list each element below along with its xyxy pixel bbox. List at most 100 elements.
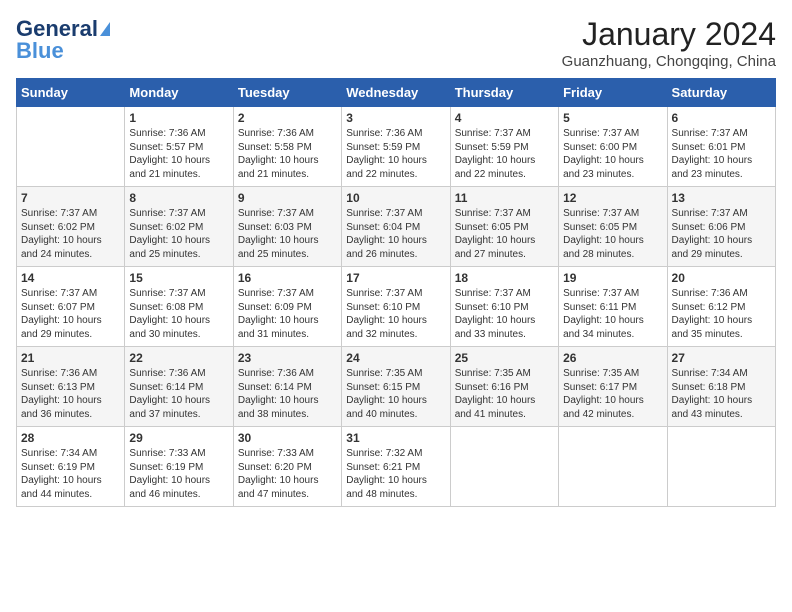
day-number: 7 <box>21 191 120 205</box>
calendar-cell <box>450 427 558 507</box>
cell-content: Sunrise: 7:37 AM Sunset: 6:07 PM Dayligh… <box>21 287 120 341</box>
calendar-cell: 15 Sunrise: 7:37 AM Sunset: 6:08 PM Dayli… <box>125 267 233 347</box>
day-number: 4 <box>455 111 554 125</box>
cell-content: Sunrise: 7:36 AM Sunset: 5:58 PM Dayligh… <box>238 127 337 181</box>
cell-content: Sunrise: 7:34 AM Sunset: 6:19 PM Dayligh… <box>21 447 120 501</box>
cell-content: Sunrise: 7:37 AM Sunset: 6:04 PM Dayligh… <box>346 207 445 261</box>
cell-content: Sunrise: 7:36 AM Sunset: 6:14 PM Dayligh… <box>129 367 228 421</box>
calendar-cell: 19 Sunrise: 7:37 AM Sunset: 6:11 PM Dayli… <box>559 267 667 347</box>
calendar-cell: 13 Sunrise: 7:37 AM Sunset: 6:06 PM Dayli… <box>667 187 775 267</box>
day-number: 10 <box>346 191 445 205</box>
location-subtitle: Guanzhuang, Chongqing, China <box>562 53 776 70</box>
cell-content: Sunrise: 7:34 AM Sunset: 6:18 PM Dayligh… <box>672 367 771 421</box>
calendar-cell: 29Sunrise: 7:33 AM Sunset: 6:19 PM Dayli… <box>125 427 233 507</box>
calendar-cell: 5 Sunrise: 7:37 AM Sunset: 6:00 PM Daylig… <box>559 107 667 187</box>
calendar-cell: 31Sunrise: 7:32 AM Sunset: 6:21 PM Dayli… <box>342 427 450 507</box>
calendar-cell <box>667 427 775 507</box>
logo: General Blue <box>16 16 110 64</box>
calendar-cell: 17 Sunrise: 7:37 AM Sunset: 6:10 PM Dayli… <box>342 267 450 347</box>
calendar-cell: 11Sunrise: 7:37 AM Sunset: 6:05 PM Dayli… <box>450 187 558 267</box>
day-number: 20 <box>672 271 771 285</box>
day-number: 14 <box>21 271 120 285</box>
cell-content: Sunrise: 7:37 AM Sunset: 6:08 PM Dayligh… <box>129 287 228 341</box>
calendar-cell: 18 Sunrise: 7:37 AM Sunset: 6:10 PM Dayli… <box>450 267 558 347</box>
calendar-cell: 10 Sunrise: 7:37 AM Sunset: 6:04 PM Dayli… <box>342 187 450 267</box>
cell-content: Sunrise: 7:37 AM Sunset: 6:02 PM Dayligh… <box>129 207 228 261</box>
cell-content: Sunrise: 7:37 AM Sunset: 6:02 PM Dayligh… <box>21 207 120 261</box>
cell-content: Sunrise: 7:33 AM Sunset: 6:20 PM Dayligh… <box>238 447 337 501</box>
day-number: 21 <box>21 351 120 365</box>
calendar-cell: 14 Sunrise: 7:37 AM Sunset: 6:07 PM Dayli… <box>17 267 125 347</box>
day-number: 3 <box>346 111 445 125</box>
day-number: 15 <box>129 271 228 285</box>
cell-content: Sunrise: 7:36 AM Sunset: 6:14 PM Dayligh… <box>238 367 337 421</box>
cell-content: Sunrise: 7:36 AM Sunset: 6:12 PM Dayligh… <box>672 287 771 341</box>
day-of-week-header: Wednesday <box>342 79 450 107</box>
cell-content: Sunrise: 7:37 AM Sunset: 5:59 PM Dayligh… <box>455 127 554 181</box>
calendar-cell: 12 Sunrise: 7:37 AM Sunset: 6:05 PM Dayli… <box>559 187 667 267</box>
day-number: 22 <box>129 351 228 365</box>
day-number: 18 <box>455 271 554 285</box>
day-number: 17 <box>346 271 445 285</box>
day-number: 11 <box>455 191 554 205</box>
calendar-cell: 9 Sunrise: 7:37 AM Sunset: 6:03 PM Daylig… <box>233 187 341 267</box>
calendar-header: SundayMondayTuesdayWednesdayThursdayFrid… <box>17 79 776 107</box>
calendar-cell: 2 Sunrise: 7:36 AM Sunset: 5:58 PM Daylig… <box>233 107 341 187</box>
cell-content: Sunrise: 7:37 AM Sunset: 6:09 PM Dayligh… <box>238 287 337 341</box>
calendar-cell <box>17 107 125 187</box>
calendar-cell: 16 Sunrise: 7:37 AM Sunset: 6:09 PM Dayli… <box>233 267 341 347</box>
calendar-cell: 3 Sunrise: 7:36 AM Sunset: 5:59 PM Daylig… <box>342 107 450 187</box>
day-number: 16 <box>238 271 337 285</box>
day-number: 26 <box>563 351 662 365</box>
page-header: General Blue January 2024 Guanzhuang, Ch… <box>16 16 776 70</box>
calendar-cell <box>559 427 667 507</box>
day-number: 25 <box>455 351 554 365</box>
calendar-cell: 24 Sunrise: 7:35 AM Sunset: 6:15 PM Dayli… <box>342 347 450 427</box>
month-year-title: January 2024 <box>562 16 776 53</box>
day-number: 29 <box>129 431 228 445</box>
day-number: 9 <box>238 191 337 205</box>
day-number: 28 <box>21 431 120 445</box>
calendar-cell: 22 Sunrise: 7:36 AM Sunset: 6:14 PM Dayli… <box>125 347 233 427</box>
day-of-week-header: Sunday <box>17 79 125 107</box>
calendar-cell: 23 Sunrise: 7:36 AM Sunset: 6:14 PM Dayli… <box>233 347 341 427</box>
day-number: 27 <box>672 351 771 365</box>
day-number: 2 <box>238 111 337 125</box>
cell-content: Sunrise: 7:35 AM Sunset: 6:15 PM Dayligh… <box>346 367 445 421</box>
day-number: 23 <box>238 351 337 365</box>
day-number: 19 <box>563 271 662 285</box>
cell-content: Sunrise: 7:35 AM Sunset: 6:17 PM Dayligh… <box>563 367 662 421</box>
day-of-week-header: Tuesday <box>233 79 341 107</box>
day-of-week-header: Friday <box>559 79 667 107</box>
day-number: 5 <box>563 111 662 125</box>
calendar-body: 1 Sunrise: 7:36 AM Sunset: 5:57 PM Daylig… <box>17 107 776 507</box>
calendar-cell: 20 Sunrise: 7:36 AM Sunset: 6:12 PM Dayli… <box>667 267 775 347</box>
cell-content: Sunrise: 7:37 AM Sunset: 6:06 PM Dayligh… <box>672 207 771 261</box>
calendar-cell: 21 Sunrise: 7:36 AM Sunset: 6:13 PM Dayli… <box>17 347 125 427</box>
calendar-cell: 26 Sunrise: 7:35 AM Sunset: 6:17 PM Dayli… <box>559 347 667 427</box>
calendar-cell: 27 Sunrise: 7:34 AM Sunset: 6:18 PM Dayli… <box>667 347 775 427</box>
day-number: 8 <box>129 191 228 205</box>
calendar-cell: 30Sunrise: 7:33 AM Sunset: 6:20 PM Dayli… <box>233 427 341 507</box>
day-of-week-header: Monday <box>125 79 233 107</box>
cell-content: Sunrise: 7:37 AM Sunset: 6:11 PM Dayligh… <box>563 287 662 341</box>
calendar-cell: 4 Sunrise: 7:37 AM Sunset: 5:59 PM Daylig… <box>450 107 558 187</box>
day-number: 24 <box>346 351 445 365</box>
cell-content: Sunrise: 7:36 AM Sunset: 6:13 PM Dayligh… <box>21 367 120 421</box>
cell-content: Sunrise: 7:36 AM Sunset: 5:57 PM Dayligh… <box>129 127 228 181</box>
cell-content: Sunrise: 7:36 AM Sunset: 5:59 PM Dayligh… <box>346 127 445 181</box>
day-of-week-header: Thursday <box>450 79 558 107</box>
logo-blue: Blue <box>16 38 64 64</box>
day-number: 13 <box>672 191 771 205</box>
cell-content: Sunrise: 7:37 AM Sunset: 6:10 PM Dayligh… <box>455 287 554 341</box>
cell-content: Sunrise: 7:37 AM Sunset: 6:05 PM Dayligh… <box>563 207 662 261</box>
cell-content: Sunrise: 7:37 AM Sunset: 6:03 PM Dayligh… <box>238 207 337 261</box>
cell-content: Sunrise: 7:35 AM Sunset: 6:16 PM Dayligh… <box>455 367 554 421</box>
day-number: 12 <box>563 191 662 205</box>
cell-content: Sunrise: 7:37 AM Sunset: 6:10 PM Dayligh… <box>346 287 445 341</box>
cell-content: Sunrise: 7:32 AM Sunset: 6:21 PM Dayligh… <box>346 447 445 501</box>
calendar-cell: 25 Sunrise: 7:35 AM Sunset: 6:16 PM Dayli… <box>450 347 558 427</box>
day-number: 1 <box>129 111 228 125</box>
cell-content: Sunrise: 7:37 AM Sunset: 6:01 PM Dayligh… <box>672 127 771 181</box>
cell-content: Sunrise: 7:37 AM Sunset: 6:00 PM Dayligh… <box>563 127 662 181</box>
